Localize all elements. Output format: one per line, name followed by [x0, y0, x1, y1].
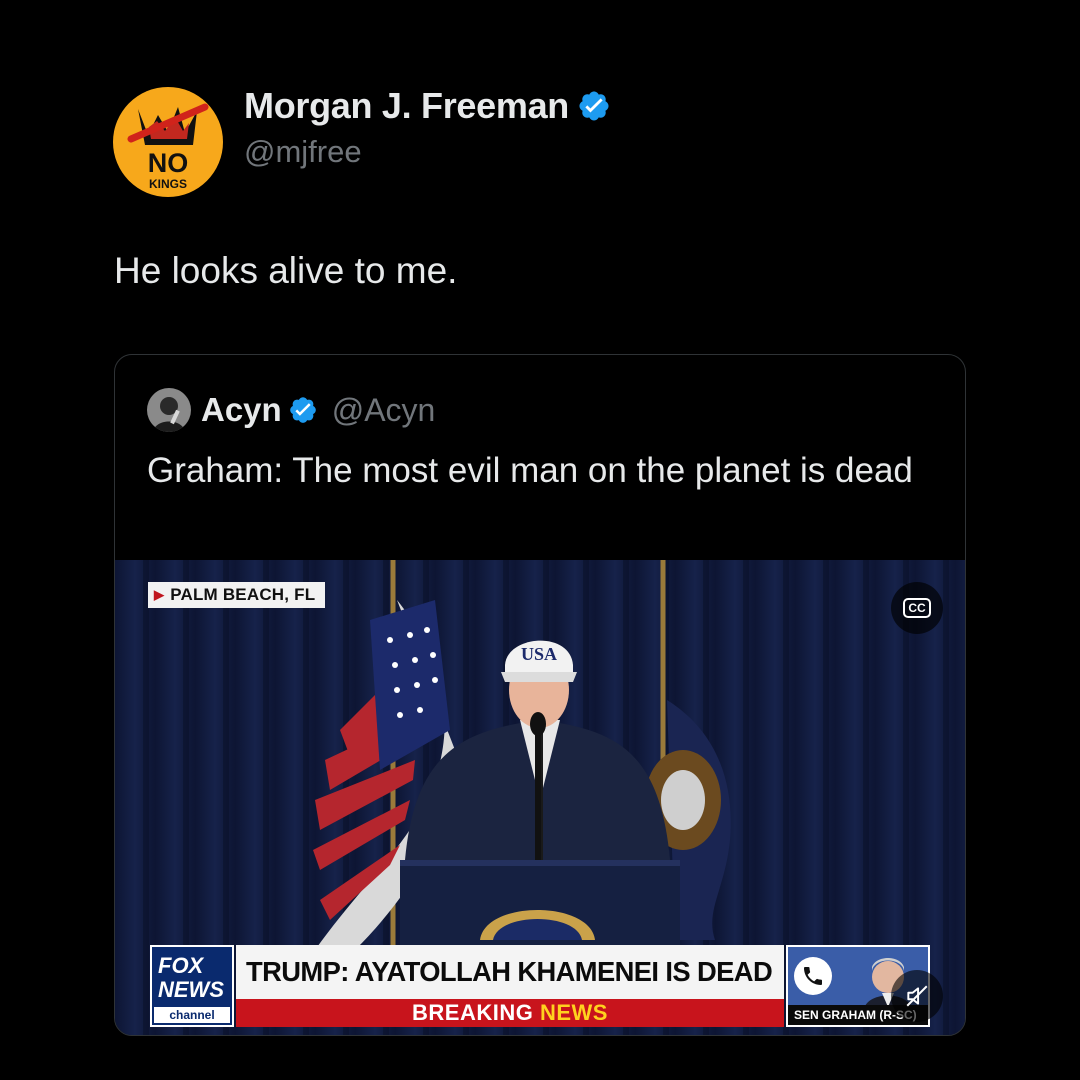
profile-photo-icon — [147, 388, 191, 432]
location-tag: ▶ PALM BEACH, FL — [148, 582, 326, 608]
tweet: NO KINGS Morgan J. Freeman @mjfree He lo… — [0, 0, 1080, 1080]
svg-text:USA: USA — [521, 644, 557, 664]
quoted-author-avatar[interactable] — [147, 388, 191, 432]
chyron-headline: TRUMP: AYATOLLAH KHAMENEI IS DEAD — [236, 945, 784, 999]
play-triangle-icon: ▶ — [154, 587, 165, 602]
quoted-tweet-text: Graham: The most evil man on the planet … — [147, 451, 913, 490]
svg-text:NO: NO — [148, 148, 189, 178]
author-display-name[interactable]: Morgan J. Freeman — [244, 85, 569, 127]
quoted-handle[interactable]: @Acyn — [332, 392, 436, 429]
author-avatar[interactable]: NO KINGS — [113, 87, 223, 197]
fox-news-logo: FOX NEWS channel — [150, 945, 234, 1027]
cc-icon: CC — [903, 598, 931, 618]
news-chyron: FOX NEWS channel TRUMP: AYATOLLAH KHAMEN… — [150, 945, 930, 1027]
author-info: Morgan J. Freeman @mjfree — [244, 84, 611, 170]
verified-badge-icon — [289, 397, 316, 423]
unmute-button[interactable] — [891, 970, 943, 1022]
breaking-news-bar: BREAKING NEWS — [236, 999, 784, 1027]
quoted-tweet-card[interactable]: Acyn @Acyn Graham: The most evil man on … — [114, 354, 966, 1036]
tweet-text: He looks alive to me. — [114, 250, 458, 291]
quoted-display-name[interactable]: Acyn — [201, 391, 282, 429]
svg-text:KINGS: KINGS — [149, 177, 187, 191]
muted-speaker-icon — [906, 985, 928, 1007]
author-handle[interactable]: @mjfree — [244, 134, 611, 170]
video-player[interactable]: USA ▶ PALM BEACH, FL CC FOX NEWS channel… — [115, 560, 965, 1035]
no-kings-logo-icon: NO KINGS — [113, 87, 223, 197]
verified-badge-icon — [579, 91, 609, 121]
quoted-tweet-header: Acyn @Acyn — [147, 385, 435, 435]
closed-captions-button[interactable]: CC — [891, 582, 943, 634]
